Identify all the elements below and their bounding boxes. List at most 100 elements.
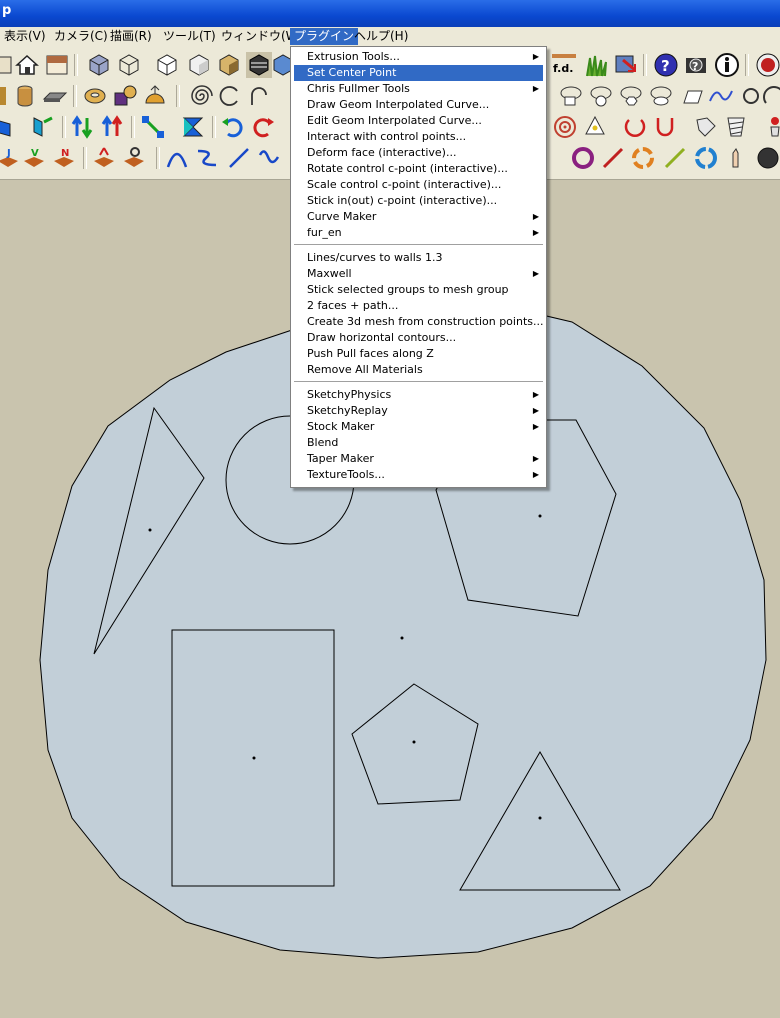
cylinder-icon[interactable] — [12, 83, 38, 109]
submenu-arrow-icon: ▶ — [532, 390, 539, 399]
figure-icon[interactable] — [762, 114, 780, 140]
wave-curve-icon[interactable] — [708, 83, 734, 109]
plugins-menu-item[interactable]: Curve Maker ▶ — [292, 209, 545, 225]
circular-arrows-icon[interactable] — [622, 114, 648, 140]
monochrome-cube-icon[interactable] — [246, 52, 272, 78]
stretch-icon[interactable] — [30, 114, 56, 140]
submenu-arrow-icon: ▶ — [532, 454, 539, 463]
target-icon[interactable] — [552, 114, 578, 140]
import-icon[interactable] — [613, 52, 639, 78]
arc-icon[interactable] — [762, 83, 780, 109]
ring-ellipse-icon[interactable] — [648, 83, 674, 109]
plugins-menu-item[interactable]: Stick in(out) c-point (interactive)... — [292, 193, 545, 209]
dome-icon[interactable] — [142, 83, 168, 109]
pencil-line-icon[interactable] — [600, 145, 626, 171]
help-camera-icon[interactable]: ? — [684, 52, 710, 78]
front-view-icon[interactable] — [44, 52, 70, 78]
plugins-menu-item[interactable]: Interact with control points... — [292, 129, 545, 145]
ring-icon[interactable] — [738, 83, 764, 109]
ring-circle-icon[interactable] — [588, 83, 614, 109]
plugins-menu-item[interactable]: Extrusion Tools... ▶ — [292, 49, 545, 65]
plugins-menu-item[interactable]: Taper Maker ▶ — [292, 451, 545, 467]
menu-3[interactable]: ツール(T) — [159, 28, 220, 45]
arch-curve-icon[interactable] — [164, 145, 190, 171]
drop-ring-icon[interactable] — [122, 145, 148, 171]
plugins-menu-item[interactable]: Push Pull faces along Z — [292, 346, 545, 362]
plugins-menu-item[interactable]: Maxwell ▶ — [292, 266, 545, 282]
fd-icon[interactable]: f.d. — [551, 52, 577, 78]
menu-5[interactable]: プラグイン — [290, 28, 359, 45]
menu-0[interactable]: 表示(V) — [0, 28, 50, 45]
wireframe-cube-icon[interactable] — [116, 52, 142, 78]
plugins-menu-item[interactable]: Set Center Point — [294, 65, 543, 81]
hand-icon[interactable] — [723, 145, 749, 171]
rotate-left-icon[interactable] — [220, 114, 246, 140]
move-up-icon[interactable] — [100, 114, 126, 140]
plugins-menu-item[interactable]: Blend — [292, 435, 545, 451]
u-curve-icon[interactable] — [652, 114, 678, 140]
shaded-cube-icon[interactable] — [186, 52, 212, 78]
torus-icon[interactable] — [82, 83, 108, 109]
zigzag-curve-icon[interactable] — [194, 145, 220, 171]
info-icon[interactable] — [714, 52, 740, 78]
plugins-menu-item[interactable]: Remove All Materials — [292, 362, 545, 378]
plugins-menu-item[interactable]: Chris Fullmer Tools ▶ — [292, 81, 545, 97]
plugins-menu-item[interactable]: Draw Geom Interpolated Curve... — [292, 97, 545, 113]
plugins-menu-item[interactable]: SketchyReplay ▶ — [292, 403, 545, 419]
drop-icon[interactable] — [92, 145, 118, 171]
hidden-line-cube-icon[interactable] — [154, 52, 180, 78]
paper-fold-icon[interactable] — [693, 114, 719, 140]
plugins-menu-item[interactable]: Edit Geom Interpolated Curve... — [292, 113, 545, 129]
plugins-menu-item[interactable]: Stick selected groups to mesh group — [292, 282, 545, 298]
plugins-menu-item[interactable]: Draw horizontal contours... — [292, 330, 545, 346]
cycle-icon[interactable] — [570, 145, 596, 171]
menu-1[interactable]: カメラ(C) — [50, 28, 112, 45]
menu-6[interactable]: ヘルプ(H) — [350, 28, 412, 45]
help-icon[interactable]: ? — [653, 52, 679, 78]
menu-item-label: Rotate control c-point (interactive)... — [307, 162, 508, 175]
refresh-icon[interactable] — [693, 145, 719, 171]
fur-grass-icon[interactable] — [583, 52, 609, 78]
align-n-icon[interactable]: N — [52, 145, 78, 171]
plugins-menu-item[interactable]: SketchyPhysics ▶ — [292, 387, 545, 403]
plugins-menu-item[interactable]: Lines/curves to walls 1.3 — [292, 250, 545, 266]
plugins-menu-item[interactable]: Rotate control c-point (interactive)... — [292, 161, 545, 177]
plugins-menu-item[interactable]: Create 3d mesh from construction points.… — [292, 314, 545, 330]
rotate-right-icon[interactable] — [250, 114, 276, 140]
home-icon[interactable] — [14, 52, 40, 78]
plugins-menu-item[interactable]: TextureTools... ▶ — [292, 467, 545, 483]
menu-2[interactable]: 描画(R) — [106, 28, 156, 45]
cone-point-icon[interactable] — [582, 114, 608, 140]
plugins-menu: Extrusion Tools... ▶ Set Center Point Chris… — [290, 46, 547, 488]
plugins-menu-item[interactable]: Stock Maker ▶ — [292, 419, 545, 435]
plugins-menu-item[interactable]: fur_en ▶ — [292, 225, 545, 241]
hook-curve-icon[interactable] — [246, 83, 272, 109]
align-v-icon[interactable]: V — [22, 145, 48, 171]
shapes-icon[interactable] — [112, 83, 138, 109]
hourglass-icon[interactable] — [180, 114, 206, 140]
plugins-menu-item[interactable]: Scale control c-point (interactive)... — [292, 177, 545, 193]
textured-cube-icon[interactable] — [216, 52, 242, 78]
plate-icon[interactable] — [42, 83, 68, 109]
ring-square-icon[interactable] — [558, 83, 584, 109]
record-icon[interactable] — [755, 52, 780, 78]
diagonal-move-icon[interactable] — [140, 114, 166, 140]
spiral-icon[interactable] — [187, 83, 213, 109]
move-up-down-icon[interactable] — [70, 114, 96, 140]
arc-curve-icon[interactable] — [217, 83, 243, 109]
s-curve-icon[interactable] — [256, 145, 282, 171]
dark-sphere-icon[interactable] — [755, 145, 780, 171]
ring-hexagon-icon[interactable] — [618, 83, 644, 109]
stick-icon[interactable] — [662, 145, 688, 171]
toolbar-separator — [73, 85, 77, 107]
twist-icon[interactable] — [723, 114, 749, 140]
align-j-icon[interactable]: J — [0, 145, 22, 171]
parallelogram-icon[interactable] — [678, 83, 704, 109]
orange-cycle-icon[interactable] — [630, 145, 656, 171]
flip-icon[interactable] — [0, 114, 20, 140]
toolbar-separator — [745, 54, 749, 76]
plugins-menu-item[interactable]: Deform face (interactive)... — [292, 145, 545, 161]
line-curve-icon[interactable] — [226, 145, 252, 171]
xray-cube-icon[interactable] — [86, 52, 112, 78]
plugins-menu-item[interactable]: 2 faces + path... — [292, 298, 545, 314]
